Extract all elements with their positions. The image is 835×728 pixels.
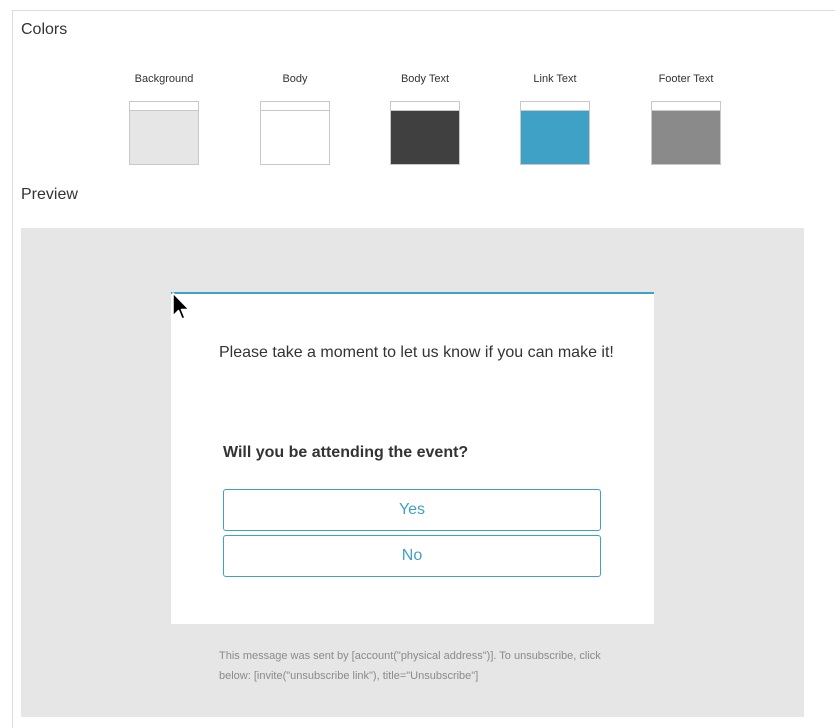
swatch-body-text[interactable]: Body Text xyxy=(375,71,475,165)
survey-question: Will you be attending the event? xyxy=(223,444,469,461)
color-swatch[interactable] xyxy=(520,101,590,165)
yes-button[interactable]: Yes xyxy=(223,489,601,531)
colors-section-title: Colors xyxy=(21,21,68,38)
swatch-label: Background xyxy=(134,73,194,85)
swatch-strip xyxy=(521,102,589,111)
swatch-fill xyxy=(652,111,720,164)
color-swatch[interactable] xyxy=(129,101,199,165)
swatch-label: Body xyxy=(282,73,308,85)
swatch-strip xyxy=(391,102,459,111)
email-preview: Please take a moment to let us know if y… xyxy=(21,228,804,717)
swatch-link-text[interactable]: Link Text xyxy=(505,71,605,165)
swatch-body[interactable]: Body xyxy=(245,71,345,165)
swatch-fill xyxy=(130,111,198,164)
swatch-label: Link Text xyxy=(533,73,577,85)
swatch-fill xyxy=(261,111,329,164)
preview-section-title: Preview xyxy=(21,186,78,203)
no-button[interactable]: No xyxy=(223,535,601,577)
swatch-strip xyxy=(130,102,198,111)
mouse-cursor-icon xyxy=(172,292,190,320)
swatch-label: Body Text xyxy=(400,73,450,85)
swatch-background[interactable]: Background xyxy=(114,71,214,165)
swatch-strip xyxy=(261,102,329,111)
email-body-card: Please take a moment to let us know if y… xyxy=(171,292,654,624)
color-swatch[interactable] xyxy=(260,101,330,165)
color-swatch[interactable] xyxy=(390,101,460,165)
email-message: Please take a moment to let us know if y… xyxy=(219,344,614,361)
swatch-strip xyxy=(652,102,720,111)
swatch-label: Footer Text xyxy=(658,73,714,85)
color-swatch[interactable] xyxy=(651,101,721,165)
email-footer-text: This message was sent by [account("physi… xyxy=(219,650,601,682)
swatch-fill xyxy=(391,111,459,164)
swatch-fill xyxy=(521,111,589,164)
swatch-footer-text[interactable]: Footer Text xyxy=(636,71,736,165)
